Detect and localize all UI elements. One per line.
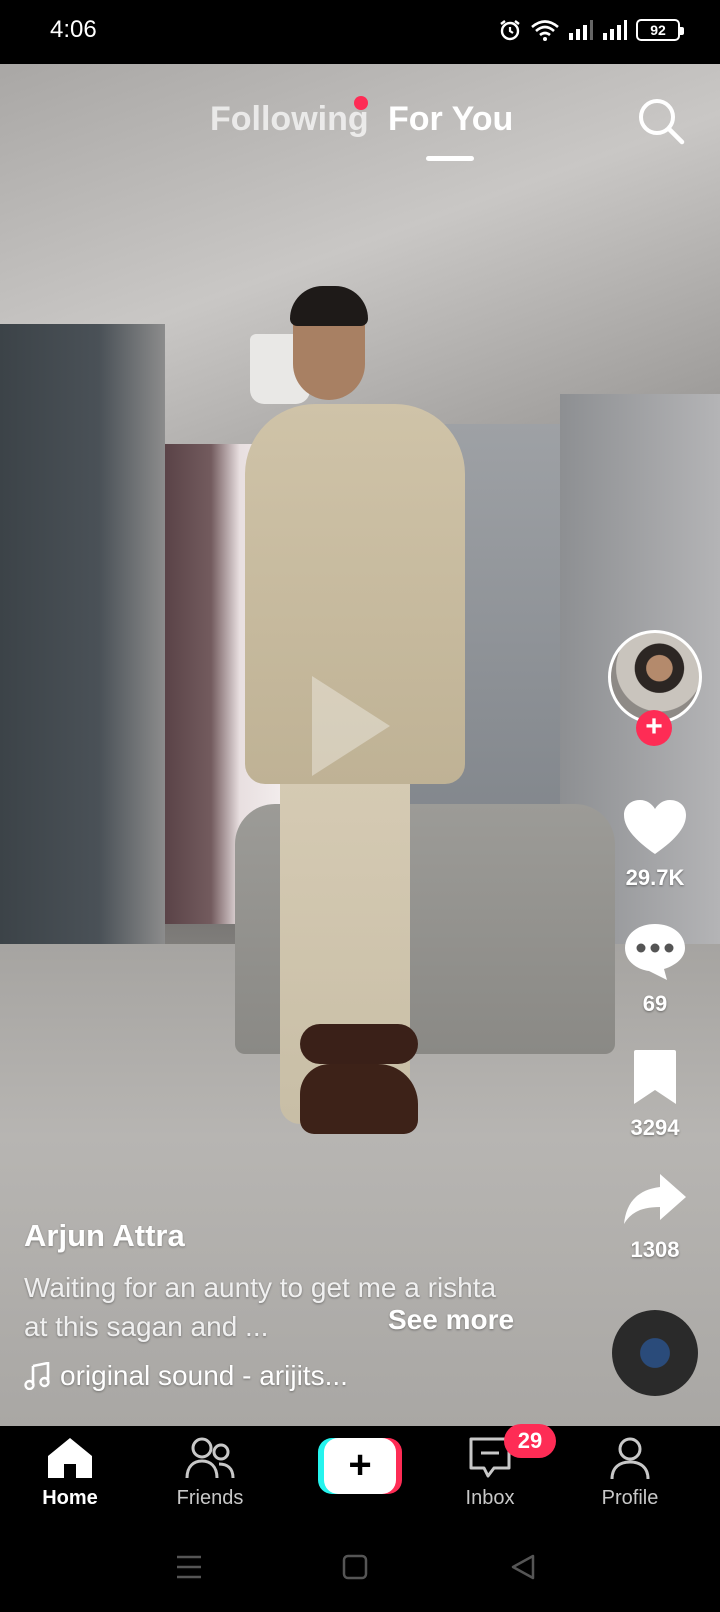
tab-active-indicator: [426, 156, 474, 161]
profile-icon: [610, 1437, 650, 1480]
nav-profile[interactable]: Profile: [570, 1436, 690, 1510]
system-nav-bar: [0, 1526, 720, 1612]
nav-home[interactable]: Home: [10, 1436, 130, 1510]
like-count: 29.7K: [625, 865, 685, 890]
save-count: 3294: [630, 1115, 680, 1140]
nav-friends[interactable]: Friends: [150, 1436, 270, 1510]
tab-following[interactable]: Following: [210, 100, 369, 139]
status-icons: 92: [498, 18, 684, 42]
play-icon[interactable]: [312, 676, 390, 776]
video-caption: Arjun Attra Waiting for an aunty to get …: [24, 1218, 584, 1392]
menu-icon[interactable]: [176, 1554, 202, 1580]
search-icon[interactable]: [636, 96, 686, 146]
like-button[interactable]: 29.7K: [605, 798, 705, 891]
following-notification-dot: [354, 96, 368, 110]
wifi-icon: [531, 20, 559, 41]
signal-icon: [569, 20, 593, 40]
nav-home-label: Home: [42, 1487, 98, 1509]
share-icon: [624, 1174, 686, 1224]
video-person-shoe: [300, 1024, 418, 1064]
save-button[interactable]: 3294: [605, 1048, 705, 1141]
share-button[interactable]: 1308: [605, 1170, 705, 1263]
status-time: 4:06: [50, 16, 97, 43]
feed-tabs: Following For You: [0, 96, 720, 161]
bookmark-icon: [634, 1050, 676, 1104]
create-icon: +: [324, 1438, 396, 1494]
create-button[interactable]: +: [318, 1438, 402, 1494]
see-more-link[interactable]: See more: [388, 1304, 514, 1336]
alarm-icon: [500, 20, 520, 41]
battery-icon: 92: [636, 19, 684, 41]
sound-name: original sound - arijits...: [60, 1360, 348, 1391]
heart-icon: [624, 800, 686, 854]
sound-link[interactable]: original sound - arijits...: [24, 1360, 584, 1392]
music-disc-icon[interactable]: [612, 1310, 698, 1396]
share-count: 1308: [630, 1237, 680, 1262]
video-person-shoe: [300, 1064, 418, 1134]
author-name[interactable]: Arjun Attra: [24, 1218, 584, 1254]
bottom-nav: Home Friends + Inbox 29 Profile: [0, 1424, 720, 1526]
music-note-icon: [24, 1362, 50, 1390]
home-icon: [48, 1438, 92, 1478]
comment-count: 69: [642, 991, 668, 1016]
tab-for-you[interactable]: For You: [388, 100, 513, 139]
nav-profile-label: Profile: [601, 1487, 659, 1509]
comment-button[interactable]: 69: [605, 922, 705, 1017]
friends-icon: [185, 1437, 235, 1479]
nav-friends-label: Friends: [176, 1487, 244, 1509]
status-bar: 4:06 92: [0, 0, 720, 64]
follow-button[interactable]: +: [636, 710, 672, 746]
signal-icon: [603, 20, 627, 40]
nav-inbox-label: Inbox: [465, 1487, 515, 1509]
inbox-badge: 29: [504, 1424, 556, 1458]
comment-icon: [625, 924, 685, 980]
home-square-icon[interactable]: [342, 1554, 368, 1580]
back-triangle-icon[interactable]: [510, 1554, 536, 1580]
